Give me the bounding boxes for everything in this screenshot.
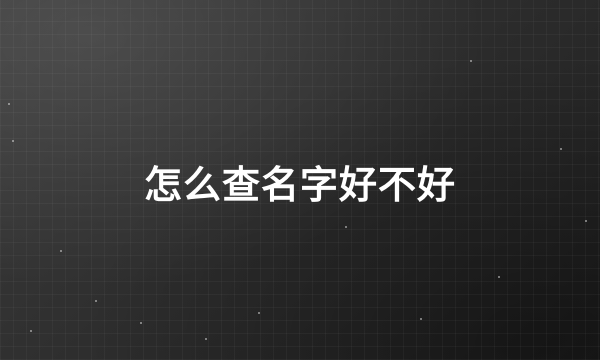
- background-canvas: 怎么查名字好不好: [0, 0, 600, 360]
- sparkle-dot: [560, 148, 562, 150]
- sparkle-dot: [60, 250, 62, 252]
- sparkle-dot: [420, 318, 422, 320]
- sparkle-dot: [12, 140, 14, 142]
- sparkle-dot: [345, 226, 347, 228]
- sparkle-dot: [8, 103, 10, 105]
- sparkle-dot: [30, 330, 32, 332]
- sparkle-dot: [498, 276, 500, 278]
- sparkle-dot: [140, 322, 142, 324]
- sparkle-dot: [95, 300, 97, 302]
- sparkle-dot: [585, 220, 587, 222]
- sparkle-dot: [470, 60, 472, 62]
- sparkle-dot: [205, 338, 207, 340]
- page-title: 怎么查名字好不好: [143, 163, 456, 207]
- sparkle-dot: [258, 312, 260, 314]
